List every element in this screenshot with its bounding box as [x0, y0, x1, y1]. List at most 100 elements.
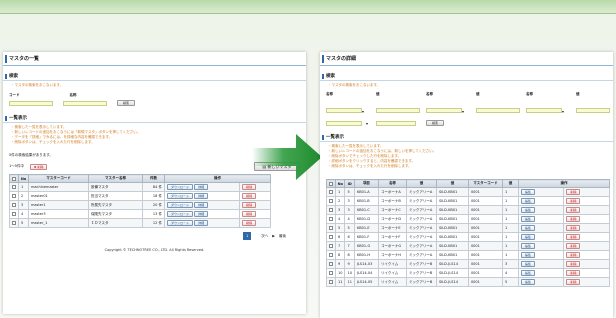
edit-button[interactable]: 編集	[520, 225, 535, 231]
row-checkbox[interactable]	[12, 203, 16, 207]
row-checkbox[interactable]	[12, 212, 16, 216]
edit-button[interactable]: 編集	[520, 270, 535, 276]
row-actions: ダウンロード 詳細	[163, 200, 241, 210]
select-all-checkbox[interactable]	[329, 181, 333, 186]
row-checkbox[interactable]	[12, 194, 16, 198]
row-checkbox[interactable]	[329, 244, 333, 248]
row-count: 12 件	[142, 218, 165, 228]
edit-button[interactable]: 編集	[520, 252, 535, 258]
edit-button[interactable]: 編集	[520, 261, 535, 267]
row-delete-button[interactable]: 削除	[566, 225, 581, 231]
detail-button[interactable]: 詳細	[194, 184, 209, 190]
row-cell: ミックアリーA	[405, 241, 437, 251]
row-checkbox[interactable]	[12, 185, 16, 189]
pager-next[interactable]: 次へ	[261, 234, 268, 239]
edit-button[interactable]: 編集	[520, 234, 535, 240]
row-delete-button[interactable]: 削除	[566, 198, 581, 204]
row-delete-button[interactable]: 削除	[566, 261, 581, 267]
row-checkbox[interactable]	[329, 262, 333, 266]
row-delete-button[interactable]: 削除	[242, 220, 257, 226]
filter-name-select[interactable]	[326, 120, 362, 126]
row-id: 10	[344, 268, 355, 278]
row-checkbox-cell	[326, 268, 336, 278]
filter-value-input[interactable]	[376, 98, 426, 117]
detail-button[interactable]: 詳細	[194, 193, 209, 199]
chevron-down-icon: ▾	[362, 109, 365, 114]
row-checkbox[interactable]	[329, 199, 333, 203]
row-delete-button[interactable]: 削除	[566, 270, 581, 276]
row-delete-button[interactable]: 削除	[242, 202, 257, 208]
row-cell: リイクイム	[377, 277, 407, 287]
row-delete-button[interactable]: 削除	[566, 252, 581, 258]
download-button[interactable]: ダウンロード	[167, 220, 194, 226]
row-no: 3	[334, 205, 346, 215]
detail-button[interactable]: 詳細	[194, 220, 209, 226]
edit-button[interactable]: 編集	[520, 198, 535, 204]
row-checkbox[interactable]	[12, 221, 16, 225]
filter-label: 値	[476, 92, 480, 96]
filter-name-select[interactable]: ▾	[526, 98, 576, 117]
filter-value-input[interactable]	[376, 120, 417, 126]
row-cell: ミックアリーA	[405, 214, 437, 224]
text-field[interactable]	[376, 108, 420, 113]
row-cell: コーポーナC	[377, 205, 407, 215]
search-button[interactable]: 検索	[117, 100, 135, 106]
row-delete-button[interactable]: 削除	[566, 279, 581, 285]
download-button[interactable]: ダウンロード	[167, 184, 194, 190]
download-button[interactable]: ダウンロード	[167, 193, 194, 199]
pager-current[interactable]: 1	[243, 232, 252, 240]
row-checkbox[interactable]	[329, 271, 333, 275]
detail-button[interactable]: 詳細	[194, 211, 209, 217]
row-actions: ダウンロード 詳細	[163, 182, 241, 192]
filter-value-input[interactable]	[476, 98, 526, 117]
search-note: ・マスタの検索をおこないます。	[328, 83, 381, 87]
detail-button[interactable]: 詳細	[194, 202, 209, 208]
edit-button[interactable]: 編集	[520, 243, 535, 249]
master-list-panel: マスタの一覧 検索 ・マスタの検索をおこないます。 コード 名称 検索 一覧表示…	[3, 52, 306, 314]
select-box[interactable]	[526, 108, 562, 113]
row-delete-cell: 削除	[563, 214, 610, 224]
name-input[interactable]	[63, 100, 107, 106]
search-button[interactable]: 検索	[426, 120, 445, 126]
select-box[interactable]	[326, 108, 362, 113]
table-row: 6 6 KB01-F コーポーナF ミックアリーA SILD-KB01 0001…	[326, 232, 610, 242]
download-button[interactable]: ダウンロード	[167, 202, 194, 208]
row-checkbox[interactable]	[329, 226, 333, 230]
row-checkbox[interactable]	[329, 235, 333, 239]
row-delete-button[interactable]: 削除	[566, 216, 581, 222]
row-checkbox[interactable]	[329, 280, 333, 284]
code-input[interactable]	[9, 100, 53, 106]
row-checkbox[interactable]	[329, 253, 333, 257]
row-checkbox[interactable]	[329, 208, 333, 212]
edit-button[interactable]: 編集	[520, 189, 535, 195]
text-field[interactable]	[476, 108, 520, 113]
row-delete-button[interactable]: 削除	[242, 211, 257, 217]
row-delete-cell: 削除	[563, 232, 610, 242]
filter-name-select[interactable]: ▾	[426, 98, 476, 117]
filter-name-select[interactable]: ▾	[326, 98, 376, 117]
select-box[interactable]	[426, 108, 462, 113]
edit-button[interactable]: 編集	[520, 279, 535, 285]
pager-last[interactable]: 最後	[279, 234, 286, 239]
row-delete-button[interactable]: 削除	[242, 184, 257, 190]
row-delete-button[interactable]: 削除	[566, 243, 581, 249]
row-delete-button[interactable]: 削除	[566, 234, 581, 240]
row-delete-button[interactable]: 削除	[566, 189, 581, 195]
row-delete-button[interactable]: 削除	[566, 207, 581, 213]
row-delete-button[interactable]: 削除	[242, 193, 257, 199]
bulk-delete-button[interactable]: ✖ 削除	[29, 163, 48, 170]
edit-button[interactable]: 編集	[520, 207, 535, 213]
download-button[interactable]: ダウンロード	[167, 211, 194, 217]
table-row: 4 master3 保険先マスタ 13 件 ダウンロード 詳細 削除	[9, 209, 271, 219]
filter-value-input[interactable]	[576, 98, 613, 117]
row-checkbox[interactable]	[329, 190, 333, 194]
column-header: マスター名称	[88, 174, 143, 183]
row-cell: コーポーナA	[377, 187, 407, 197]
text-field[interactable]	[576, 108, 610, 113]
row-checkbox[interactable]	[329, 217, 333, 221]
row-cell: SILD-JLS14	[435, 277, 469, 287]
table-row: 5 5 KB01-E コーポーナE ミックアリーA SILD-KB01 0001…	[326, 223, 610, 233]
row-id: 4	[344, 214, 355, 224]
edit-button[interactable]: 編集	[520, 216, 535, 222]
select-all-checkbox[interactable]	[12, 176, 16, 181]
